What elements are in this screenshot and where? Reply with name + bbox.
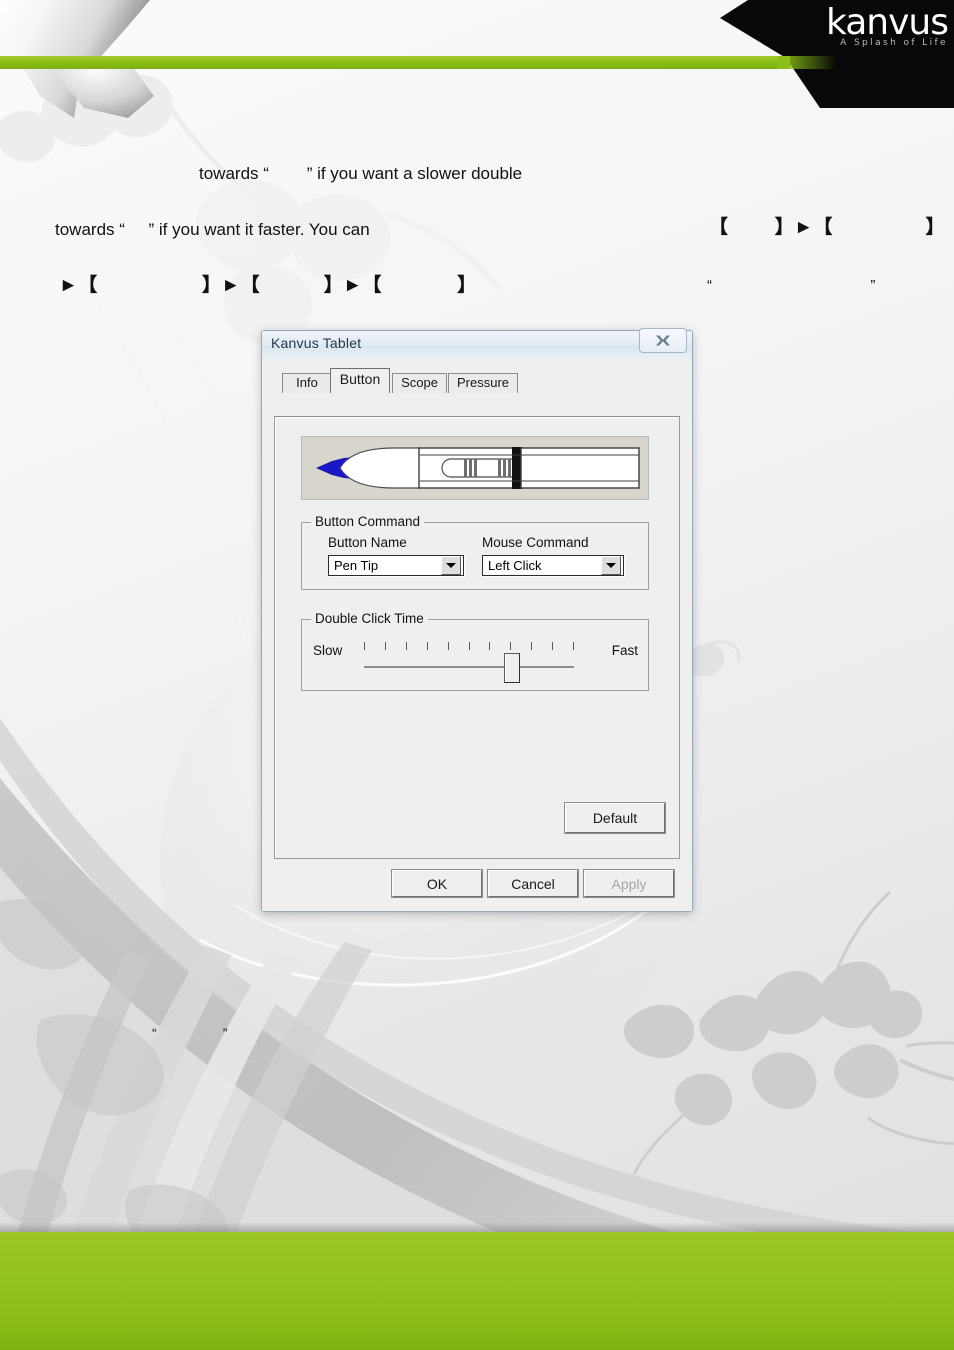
page-background: kanvus A Splash of Life towards “ ” if y… <box>0 0 954 1350</box>
double-click-time-slider[interactable] <box>364 642 574 683</box>
mouse-command-label: Mouse Command <box>482 535 589 550</box>
tab-scope[interactable]: Scope <box>392 373 447 393</box>
apply-button: Apply <box>584 870 674 897</box>
paragraph-line-1: towards “ ” if you want a slower double <box>199 164 523 183</box>
default-button[interactable]: Default <box>565 803 665 833</box>
slider-tick <box>405 642 407 650</box>
slider-tick <box>552 642 554 650</box>
dialog-body: Info Button Scope Pressure Button Comman… <box>262 359 692 911</box>
slider-ticks <box>364 642 574 651</box>
tab-info[interactable]: Info <box>282 373 332 393</box>
stylus-illustration <box>302 437 648 499</box>
mouse-command-select[interactable]: Left Click <box>482 555 624 576</box>
logo-tagline: A Splash of Life <box>840 38 948 48</box>
tab-strip: Info Button Scope Pressure <box>278 368 680 393</box>
slider-tick <box>510 642 512 650</box>
dialog-title: Kanvus Tablet <box>271 335 362 351</box>
tab-pressure[interactable]: Pressure <box>448 373 518 393</box>
header-green-rule <box>0 56 790 69</box>
button-command-legend: Button Command <box>311 514 425 529</box>
close-x-glyph <box>656 335 670 346</box>
tab-panel-button: Button Command Button Name Pen Tip Mouse… <box>274 416 680 859</box>
chevron-down-icon[interactable] <box>441 556 461 575</box>
chevron-down-icon[interactable] <box>601 556 621 575</box>
dialog-titlebar[interactable]: Kanvus Tablet <box>262 328 692 360</box>
slider-tick <box>426 642 428 650</box>
slider-tick <box>364 642 365 650</box>
slider-tick <box>489 642 491 650</box>
paragraph-menu-path-right: 【 】►【 】 <box>709 217 945 238</box>
slider-track[interactable] <box>364 666 574 668</box>
slider-thumb[interactable] <box>504 653 521 683</box>
slider-tick <box>447 642 449 650</box>
button-name-label: Button Name <box>328 535 407 550</box>
button-name-value: Pen Tip <box>334 558 379 573</box>
pen-preview <box>301 436 649 500</box>
slider-slow-label: Slow <box>313 643 343 658</box>
slider-tick <box>531 642 533 650</box>
button-command-group: Button Command Button Name Pen Tip Mouse… <box>301 514 649 590</box>
logo-wordmark: kanvus <box>826 2 949 43</box>
slider-tick <box>468 642 470 650</box>
paragraph-quoted-note: “ ” <box>707 277 876 294</box>
double-click-time-legend: Double Click Time <box>311 611 428 626</box>
slider-fast-label: Fast <box>611 643 638 658</box>
ok-button[interactable]: OK <box>392 870 482 897</box>
mouse-command-value: Left Click <box>488 558 542 573</box>
footer-band-shadow <box>0 1222 954 1232</box>
slider-tick <box>573 642 574 650</box>
kanvus-tablet-dialog: Kanvus Tablet Info Button Scope Pressure <box>261 328 693 912</box>
paragraph-line-2: towards “ ” if you want it faster. You c… <box>55 220 370 239</box>
paragraph-menu-path: ►【 】►【 】►【 】 <box>59 275 477 296</box>
close-icon[interactable] <box>639 328 687 353</box>
kanvus-logo: kanvus A Splash of Life <box>778 2 949 56</box>
header-logo-panel: kanvus A Splash of Life <box>700 0 954 108</box>
button-name-select[interactable]: Pen Tip <box>328 555 464 576</box>
footer-green-band <box>0 1232 954 1350</box>
slider-tick <box>384 642 386 650</box>
cancel-button[interactable]: Cancel <box>488 870 578 897</box>
paragraph-footnote: “ ” <box>152 1025 228 1041</box>
double-click-time-group: Double Click Time Slow Fast <box>301 611 649 691</box>
tab-button[interactable]: Button <box>330 368 390 393</box>
header-green-rule-fade <box>778 56 836 69</box>
